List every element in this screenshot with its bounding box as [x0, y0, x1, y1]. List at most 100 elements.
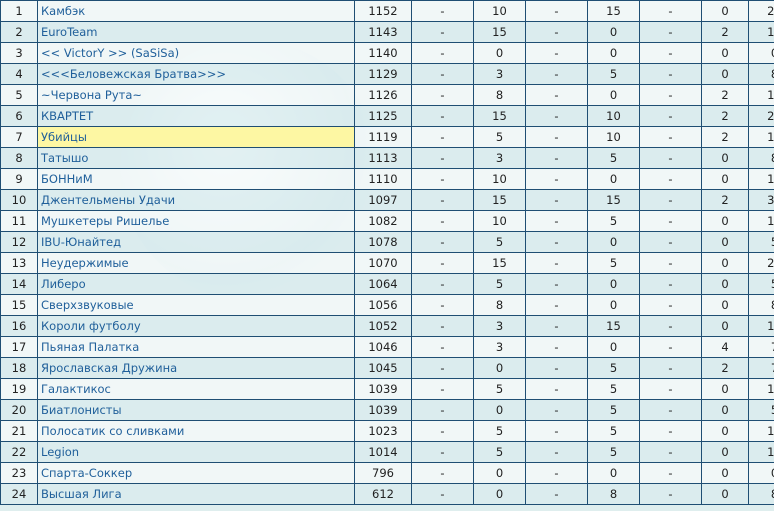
rating-cell: 796 [354, 462, 412, 484]
dash-cell: - [525, 441, 588, 463]
team-link[interactable]: Спарта-Соккер [41, 466, 132, 480]
team-link[interactable]: Сверхзвуковые [41, 298, 134, 312]
dash-cell: - [411, 483, 474, 505]
team-cell: БОННиМ [37, 168, 355, 190]
dash-cell: - [639, 231, 702, 253]
team-cell: Биатлонисты [37, 399, 355, 421]
dash-cell: - [525, 273, 588, 295]
dash-cell: - [411, 252, 474, 274]
score-a-cell: 3 [473, 63, 526, 85]
team-link[interactable]: Короли футболу [41, 319, 141, 333]
score-a-cell: 0 [473, 42, 526, 64]
score-b-cell: 5 [587, 63, 640, 85]
team-link[interactable]: Камбэк [41, 4, 85, 18]
total-cell: 7 [748, 336, 774, 358]
rating-cell: 1045 [354, 357, 412, 379]
team-link[interactable]: ~Червона Рута~ [41, 88, 142, 102]
dash-cell: - [639, 63, 702, 85]
team-link[interactable]: << VictorY >> (SaSiSa) [41, 46, 179, 60]
team-link[interactable]: Татышо [41, 151, 88, 165]
rating-cell: 1014 [354, 441, 412, 463]
table-row: 21Полосатик со сливками1023-5-5-010 [0, 420, 774, 442]
dash-cell: - [639, 168, 702, 190]
rating-cell: 1052 [354, 315, 412, 337]
rating-cell: 1113 [354, 147, 412, 169]
total-cell: 5 [748, 231, 774, 253]
score-c-cell: 2 [701, 21, 749, 43]
dash-cell: - [525, 420, 588, 442]
team-cell: Камбэк [37, 0, 355, 22]
dash-cell: - [639, 147, 702, 169]
rating-cell: 1039 [354, 378, 412, 400]
team-link[interactable]: Legion [41, 445, 79, 459]
score-a-cell: 8 [473, 294, 526, 316]
team-link[interactable]: Неудержимые [41, 256, 129, 270]
score-c-cell: 0 [701, 315, 749, 337]
team-link[interactable]: БОННиМ [41, 172, 93, 186]
table-row: 20Биатлонисты1039-0-5-05 [0, 399, 774, 421]
score-c-cell: 0 [701, 42, 749, 64]
team-link[interactable]: IBU-Юнайтед [41, 235, 121, 249]
score-b-cell: 5 [587, 252, 640, 274]
team-link[interactable]: Пьяная Палатка [41, 340, 139, 354]
dash-cell: - [525, 105, 588, 127]
score-a-cell: 0 [473, 462, 526, 484]
dash-cell: - [639, 462, 702, 484]
team-link[interactable]: Полосатик со сливками [41, 424, 184, 438]
rating-cell: 1140 [354, 42, 412, 64]
table-row: 19Галактикос1039-5-5-010 [0, 378, 774, 400]
score-a-cell: 0 [473, 483, 526, 505]
score-a-cell: 10 [473, 168, 526, 190]
dash-cell: - [411, 147, 474, 169]
dash-cell: - [411, 336, 474, 358]
score-c-cell: 0 [701, 483, 749, 505]
dash-cell: - [525, 63, 588, 85]
total-cell: 32 [748, 189, 774, 211]
dash-cell: - [411, 357, 474, 379]
score-b-cell: 10 [587, 105, 640, 127]
position-cell: 1 [0, 0, 38, 22]
position-cell: 10 [0, 189, 38, 211]
team-link[interactable]: Мушкетеры Ришелье [41, 214, 169, 228]
team-cell: Либеро [37, 273, 355, 295]
team-link[interactable]: Галактикос [41, 382, 111, 396]
team-link[interactable]: Биатлонисты [41, 403, 122, 417]
team-link[interactable]: Ярославская Дружина [41, 361, 177, 375]
dash-cell: - [411, 21, 474, 43]
score-b-cell: 0 [587, 84, 640, 106]
position-cell: 12 [0, 231, 38, 253]
dash-cell: - [525, 210, 588, 232]
team-link[interactable]: Джентельмены Удачи [41, 193, 175, 207]
total-cell: 5 [748, 399, 774, 421]
team-link[interactable]: Убийцы [41, 130, 87, 144]
team-link[interactable]: Высшая Лига [41, 487, 122, 501]
table-row: 14Либеро1064-5-0-05 [0, 273, 774, 295]
team-cell: Сверхзвуковые [37, 294, 355, 316]
table-row: 12IBU-Юнайтед1078-5-0-05 [0, 231, 774, 253]
rating-cell: 1023 [354, 420, 412, 442]
score-c-cell: 0 [701, 231, 749, 253]
score-b-cell: 0 [587, 336, 640, 358]
table-row: 9БОННиМ1110-10-0-010 [0, 168, 774, 190]
dash-cell: - [525, 147, 588, 169]
score-a-cell: 5 [473, 420, 526, 442]
team-link[interactable]: <<<Беловежская Братва>>> [41, 67, 226, 81]
score-a-cell: 0 [473, 399, 526, 421]
dash-cell: - [525, 294, 588, 316]
total-cell: 7 [748, 357, 774, 379]
dash-cell: - [411, 189, 474, 211]
dash-cell: - [411, 42, 474, 64]
score-b-cell: 0 [587, 294, 640, 316]
dash-cell: - [639, 420, 702, 442]
rating-cell: 1046 [354, 336, 412, 358]
score-b-cell: 0 [587, 21, 640, 43]
team-cell: Татышо [37, 147, 355, 169]
total-cell: 18 [748, 315, 774, 337]
team-link[interactable]: Либеро [41, 277, 86, 291]
team-link[interactable]: КВАРТЕТ [41, 109, 93, 123]
total-cell: 10 [748, 168, 774, 190]
position-cell: 2 [0, 21, 38, 43]
score-b-cell: 15 [587, 189, 640, 211]
table-row: 1Камбэк1152-10-15-025 [0, 0, 774, 22]
team-link[interactable]: EuroTeam [41, 25, 97, 39]
